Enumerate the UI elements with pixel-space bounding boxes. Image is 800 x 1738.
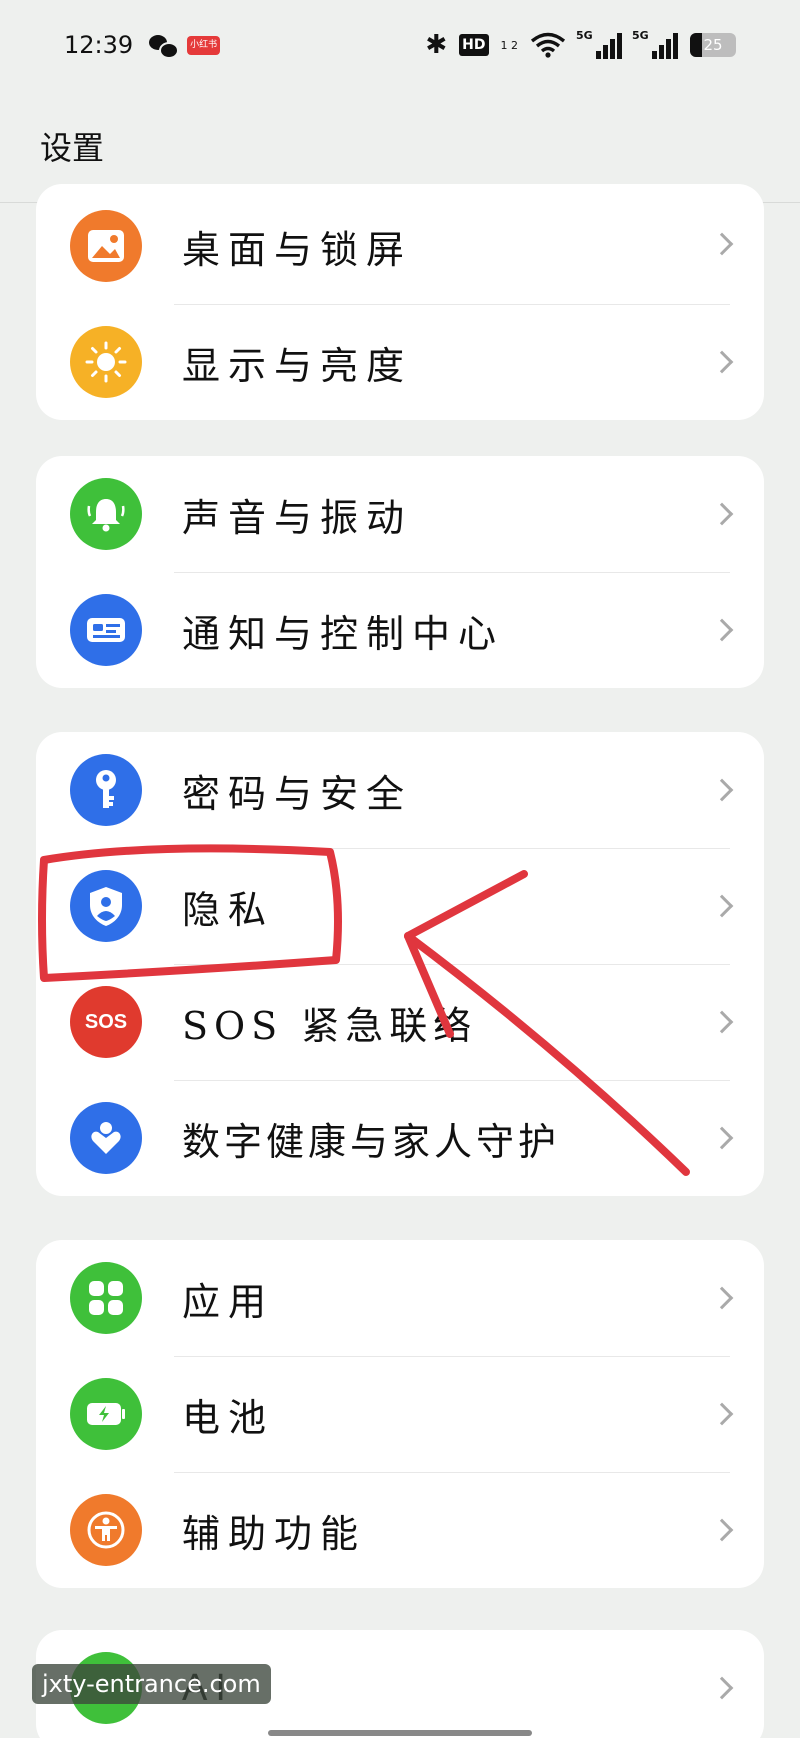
home-indicator[interactable]: [268, 1730, 532, 1736]
settings-item-battery[interactable]: 电池: [36, 1356, 764, 1472]
settings-item-label: 隐私: [182, 887, 275, 932]
hd-sim-label: 1 2: [500, 38, 519, 52]
key-icon: [70, 754, 142, 826]
settings-item-display-brightness[interactable]: 显示与亮度: [36, 304, 764, 420]
sun-icon: [70, 326, 142, 398]
settings-item-label: 密码与安全: [182, 771, 413, 816]
settings-item-desktop-lock-screen[interactable]: 桌面与锁屏: [36, 184, 764, 304]
status-bar: 12:39 小红书 ✱ HD 1 2 5G 5G 25: [0, 0, 800, 90]
settings-item-sound-vibration[interactable]: 声音与振动: [36, 456, 764, 572]
accessibility-icon: [70, 1494, 142, 1566]
wechat-icon: [149, 33, 180, 59]
signal-5g-sim2-icon: 5G: [632, 29, 678, 59]
notification-icon: [70, 594, 142, 666]
settings-item-label: 应用: [182, 1279, 275, 1324]
signal-5g-label: 5G: [576, 29, 593, 42]
privacy-shield-icon: [70, 870, 142, 942]
heart-person-icon: [70, 1102, 142, 1174]
chevron-right-icon: [710, 1286, 734, 1310]
chevron-right-icon: [710, 350, 734, 374]
chevron-right-icon: [710, 232, 734, 256]
settings-item-password-security[interactable]: 密码与安全: [36, 732, 764, 848]
settings-item-label: 声音与振动: [182, 495, 413, 540]
signal-5g-label: 5G: [632, 29, 649, 42]
status-time: 12:39: [64, 31, 134, 59]
apps-grid-icon: [70, 1262, 142, 1334]
settings-item-label: 数字健康与家人守护: [182, 1119, 561, 1164]
watermark: jxty-entrance.com: [32, 1664, 271, 1704]
signal-5g-sim1-icon: 5G: [576, 29, 622, 59]
settings-item-label: 通知与控制中心: [182, 611, 505, 656]
settings-group-security-privacy: 密码与安全 隐私 SOS SOS 紧急联络 数字健康与家人守护: [36, 732, 764, 1196]
battery-charging-icon: [70, 1378, 142, 1450]
page-title: 设置: [40, 129, 105, 167]
bell-icon: [70, 478, 142, 550]
chevron-right-icon: [710, 1126, 734, 1150]
settings-group-sound-notification: 声音与振动 通知与控制中心: [36, 456, 764, 688]
settings-item-notification-control-center[interactable]: 通知与控制中心: [36, 572, 764, 688]
chevron-right-icon: [710, 618, 734, 642]
status-indicators: ✱ HD 1 2 5G 5G 25: [425, 29, 736, 60]
settings-item-accessibility[interactable]: 辅助功能: [36, 1472, 764, 1588]
wallpaper-icon: [70, 210, 142, 282]
wifi-icon: [530, 32, 566, 58]
chevron-right-icon: [710, 1518, 734, 1542]
hd-icon: HD: [459, 34, 489, 56]
settings-item-sos-emergency[interactable]: SOS SOS 紧急联络: [36, 964, 764, 1080]
settings-item-digital-wellbeing[interactable]: 数字健康与家人守护: [36, 1080, 764, 1196]
settings-item-label: 桌面与锁屏: [182, 227, 413, 272]
settings-item-label: SOS 紧急联络: [182, 1003, 478, 1048]
chevron-right-icon: [710, 1402, 734, 1426]
chevron-right-icon: [710, 894, 734, 918]
sos-icon-text: SOS: [84, 1010, 128, 1033]
chevron-right-icon: [710, 502, 734, 526]
settings-group-apps: 应用 电池 辅助功能: [36, 1240, 764, 1588]
notification-badges: 小红书: [149, 33, 221, 59]
settings-item-apps[interactable]: 应用: [36, 1240, 764, 1356]
settings-item-label: 电池: [182, 1395, 275, 1440]
chevron-right-icon: [710, 778, 734, 802]
settings-item-label: 辅助功能: [182, 1511, 367, 1556]
battery-icon: 25: [690, 33, 736, 57]
xiaohongshu-icon: 小红书: [187, 35, 221, 55]
settings-group-display: 桌面与锁屏 显示与亮度: [36, 184, 764, 420]
sos-icon: SOS: [70, 986, 142, 1058]
battery-level: 25: [703, 36, 723, 54]
settings-item-label: 显示与亮度: [182, 343, 413, 388]
settings-item-privacy[interactable]: 隐私: [36, 848, 764, 964]
chevron-right-icon: [710, 1676, 734, 1700]
bluetooth-icon: ✱: [425, 30, 448, 60]
chevron-right-icon: [710, 1010, 734, 1034]
